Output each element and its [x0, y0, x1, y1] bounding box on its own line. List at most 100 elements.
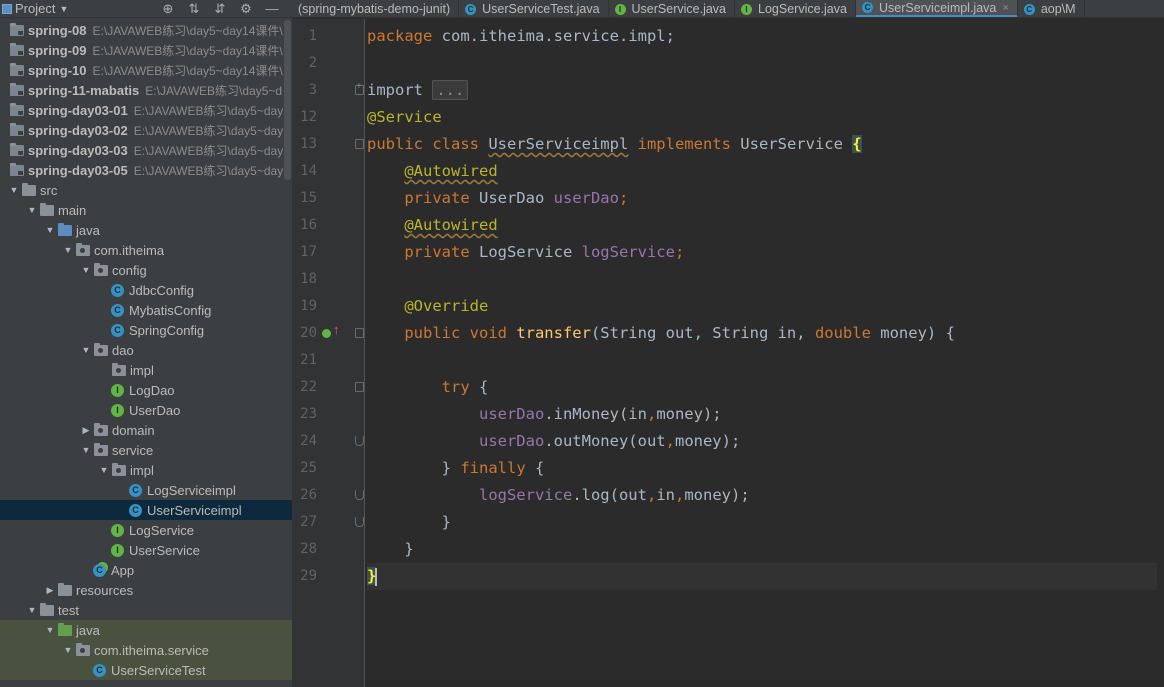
- line-number: 3: [308, 82, 317, 98]
- fold-marker-icon[interactable]: [355, 382, 364, 392]
- tree-item-jdbcconfig[interactable]: C JdbcConfig: [0, 280, 292, 300]
- tab--spring-mybatis-demo-junit-[interactable]: (spring-mybatis-demo-junit): [292, 0, 460, 17]
- tree-item-java[interactable]: ▼ java: [0, 620, 292, 640]
- fold-marker-icon[interactable]: [355, 517, 364, 527]
- interface-icon: I: [111, 523, 124, 537]
- line-number: 29: [300, 568, 317, 584]
- chevron-down-icon[interactable]: ▼: [26, 205, 38, 215]
- line-number: 12: [300, 109, 317, 125]
- expand-all-icon[interactable]: ⇅: [186, 0, 202, 18]
- tree-item-label: spring-day03-01: [28, 102, 128, 118]
- fold-marker-icon[interactable]: [355, 81, 364, 95]
- package-icon: [76, 242, 90, 256]
- tree-item-mybatisconfig[interactable]: C MybatisConfig: [0, 300, 292, 320]
- chevron-down-icon[interactable]: ▼: [44, 625, 56, 635]
- tree-item-spring-day03-03[interactable]: spring-day03-03 E:\JAVAWEB练习\day5~day: [0, 140, 292, 160]
- package-icon: [94, 262, 108, 276]
- module-path: E:\JAVAWEB练习\day5~day: [133, 123, 284, 138]
- chevron-down-icon[interactable]: ▼: [80, 445, 92, 455]
- tree-item-label: dao: [112, 342, 134, 358]
- tree-item-com-itheima-service[interactable]: ▼ com.itheima.service: [0, 640, 292, 660]
- folder-icon: [58, 222, 72, 236]
- code-line-20: public void transfer(String out, String …: [404, 324, 955, 342]
- chevron-down-icon[interactable]: ▼: [44, 225, 56, 235]
- fold-marker-icon[interactable]: [355, 436, 364, 446]
- tree-item-label: impl: [130, 362, 154, 378]
- fold-marker-icon[interactable]: [355, 328, 364, 338]
- chevron-down-icon[interactable]: ▼: [8, 185, 20, 195]
- tree-item-test[interactable]: ▼ test: [0, 600, 292, 620]
- chevron-right-icon[interactable]: ▶: [80, 425, 92, 436]
- tree-item-dao[interactable]: ▼ dao: [0, 340, 292, 360]
- tree-item-spring-09[interactable]: spring-09 E:\JAVAWEB练习\day5~day14课件\: [0, 40, 292, 60]
- gear-icon[interactable]: ⚙: [238, 0, 254, 18]
- class-icon: C: [111, 323, 124, 337]
- tab-userserviceimpl-java[interactable]: C UserServiceimpl.java ×: [855, 0, 1018, 17]
- chevron-down-icon[interactable]: ▼: [62, 245, 74, 255]
- tree-item-spring-10[interactable]: spring-10 E:\JAVAWEB练习\day5~day14课件\: [0, 60, 292, 80]
- chevron-down-icon[interactable]: ▼: [80, 345, 92, 355]
- folded-imports[interactable]: ...: [432, 80, 469, 100]
- project-title[interactable]: Project: [15, 1, 55, 16]
- tree-item-impl[interactable]: ▼ impl: [0, 460, 292, 480]
- tree-item-java[interactable]: ▼ java: [0, 220, 292, 240]
- tree-item-com-itheima[interactable]: ▼ com.itheima: [0, 240, 292, 260]
- tree-item-spring-day03-05[interactable]: spring-day03-05 E:\JAVAWEB练习\day5~day: [0, 160, 292, 180]
- chevron-down-icon[interactable]: ▼: [98, 465, 110, 475]
- override-arrow-icon[interactable]: ↑: [333, 323, 340, 337]
- chevron-down-icon[interactable]: ▼: [80, 265, 92, 275]
- gutter-line: 20 ↑: [292, 320, 365, 347]
- tree-scrollbar[interactable]: [284, 20, 291, 180]
- code-line-14: @Autowired: [404, 162, 498, 180]
- locate-icon[interactable]: ⊕: [160, 0, 176, 18]
- class-icon: C: [465, 3, 477, 15]
- tree-item-config[interactable]: ▼ config: [0, 260, 292, 280]
- tree-item-userserviceimpl[interactable]: C UserServiceimpl: [0, 500, 292, 520]
- tree-item-spring-11-mabatis[interactable]: spring-11-mabatis E:\JAVAWEB练习\day5~d: [0, 80, 292, 100]
- chevron-right-icon[interactable]: ▶: [44, 585, 56, 596]
- tree-item-label: spring-day03-05: [28, 162, 128, 178]
- tree-item-spring-day03-01[interactable]: spring-day03-01 E:\JAVAWEB练习\day5~day: [0, 100, 292, 120]
- tree-item-domain[interactable]: ▶ domain: [0, 420, 292, 440]
- tree-item-logserviceimpl[interactable]: C LogServiceimpl: [0, 480, 292, 500]
- tree-item-label: App: [111, 562, 135, 578]
- tree-item-impl[interactable]: impl: [0, 360, 292, 380]
- tree-item-main[interactable]: ▼ main: [0, 200, 292, 220]
- tab-logservice-java[interactable]: I LogService.java: [735, 0, 856, 17]
- tree-item-spring-day03-02[interactable]: spring-day03-02 E:\JAVAWEB练习\day5~day: [0, 120, 292, 140]
- tree-item-label: JdbcConfig: [129, 282, 195, 298]
- tree-item-service[interactable]: ▼ service: [0, 440, 292, 460]
- chevron-down-icon[interactable]: ▼: [62, 645, 74, 655]
- close-icon[interactable]: ×: [1002, 2, 1008, 14]
- package-icon: [76, 642, 90, 656]
- hide-icon[interactable]: —: [264, 0, 280, 18]
- tab-userservicetest-java[interactable]: C UserServiceTest.java: [459, 0, 609, 17]
- tree-item-userdao[interactable]: I UserDao: [0, 400, 292, 420]
- tab-aop-m[interactable]: Caop\M: [1018, 0, 1085, 17]
- tree-item-app[interactable]: C App: [0, 560, 292, 580]
- code-editor[interactable]: 123121314151617181920↑212223242526272829…: [292, 19, 1164, 687]
- tree-item-src[interactable]: ▼ src: [0, 180, 292, 200]
- implements-marker-icon[interactable]: [322, 329, 331, 338]
- tree-item-logdao[interactable]: I LogDao: [0, 380, 292, 400]
- chevron-down-icon[interactable]: ▼: [26, 605, 38, 615]
- line-number: 21: [300, 352, 317, 368]
- tree-item-springconfig[interactable]: C SpringConfig: [0, 320, 292, 340]
- tree-item-label: UserServiceTest: [111, 662, 206, 678]
- chevron-down-icon[interactable]: ▼: [59, 4, 68, 14]
- tree-item-label: com.itheima: [94, 242, 165, 258]
- tree-item-userservicetest[interactable]: C UserServiceTest: [0, 660, 292, 680]
- tree-item-label: LogServiceimpl: [147, 482, 236, 498]
- tree-item-spring-08[interactable]: spring-08 E:\JAVAWEB练习\day5~day14课件\: [0, 20, 292, 40]
- tree-item-logservice[interactable]: I LogService: [0, 520, 292, 540]
- tab-userservice-java[interactable]: I UserService.java: [609, 0, 736, 17]
- fold-marker-icon[interactable]: [355, 139, 364, 149]
- fold-marker-icon[interactable]: [355, 490, 364, 500]
- code-line-3: import ...: [367, 77, 1157, 104]
- tree-item-resources[interactable]: ▶ resources: [0, 580, 292, 600]
- collapse-all-icon[interactable]: ⇵: [212, 0, 228, 18]
- package-icon: [112, 462, 126, 476]
- line-number: 28: [300, 541, 317, 557]
- module-icon: [10, 122, 24, 136]
- tree-item-userservice[interactable]: I UserService: [0, 540, 292, 560]
